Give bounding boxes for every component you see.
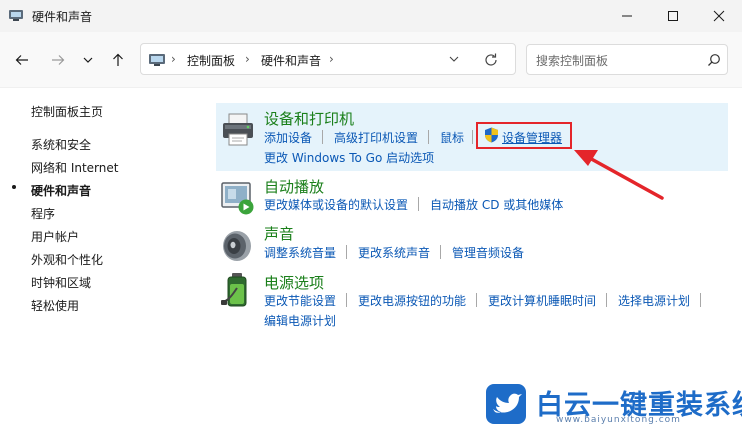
minimize-button[interactable]: [604, 0, 650, 32]
back-button[interactable]: [10, 48, 34, 72]
link-adjust-volume[interactable]: 调整系统音量: [264, 244, 336, 261]
sidebar-item-user-accounts[interactable]: 用户帐户: [31, 228, 79, 245]
link-power-saving-settings[interactable]: 更改节能设置: [264, 292, 336, 309]
link-separator: [322, 130, 323, 144]
link-choose-power-plan[interactable]: 选择电源计划: [618, 292, 690, 309]
sidebar-item-home[interactable]: 控制面板主页: [31, 103, 103, 120]
link-mouse[interactable]: 鼠标: [440, 129, 464, 146]
link-add-device[interactable]: 添加设备: [264, 129, 312, 146]
navigation-bar: › 控制面板 › 硬件和声音 › 搜索控制面板: [0, 32, 742, 88]
sidebar-item-clock-region[interactable]: 时钟和区域: [31, 274, 91, 291]
category-title-devices-printers[interactable]: 设备和打印机: [264, 108, 354, 129]
minimize-icon: [622, 15, 632, 17]
printer-icon: [223, 113, 253, 146]
breadcrumb-control-panel[interactable]: 控制面板: [187, 52, 235, 69]
recent-locations-button[interactable]: [76, 48, 100, 72]
maximize-icon: [668, 11, 678, 21]
arrow-up-icon: [113, 53, 123, 66]
up-button[interactable]: [106, 48, 130, 72]
link-manage-audio-devices[interactable]: 管理音频设备: [452, 244, 524, 261]
title-bar: 硬件和声音: [0, 0, 742, 32]
chevron-down-icon[interactable]: [447, 52, 461, 66]
close-button[interactable]: [696, 0, 742, 32]
sidebar-item-ease-of-access[interactable]: 轻松使用: [31, 297, 79, 314]
link-windows-to-go[interactable]: 更改 Windows To Go 启动选项: [264, 149, 434, 166]
breadcrumb-separator: ›: [171, 52, 176, 66]
sidebar-item-network[interactable]: 网络和 Internet: [31, 159, 118, 176]
active-indicator: [12, 185, 16, 189]
battery-icon: [221, 273, 247, 307]
link-separator: [346, 245, 347, 259]
close-icon: [713, 10, 725, 22]
link-separator: [472, 130, 473, 144]
refresh-icon[interactable]: [483, 52, 499, 68]
link-separator: [418, 197, 419, 211]
link-edit-power-plan[interactable]: 编辑电源计划: [264, 312, 336, 329]
maximize-button[interactable]: [650, 0, 696, 32]
annotation-highlight-box: [476, 122, 572, 149]
link-separator: [476, 293, 477, 307]
control-panel-icon: [9, 10, 23, 21]
link-power-button-function[interactable]: 更改电源按钮的功能: [358, 292, 466, 309]
link-separator: [440, 245, 441, 259]
link-default-media-settings[interactable]: 更改媒体或设备的默认设置: [264, 196, 408, 213]
breadcrumb-separator: ›: [245, 52, 250, 66]
breadcrumb-hardware-sound[interactable]: 硬件和声音: [261, 52, 321, 69]
address-bar[interactable]: › 控制面板 › 硬件和声音 ›: [140, 43, 516, 75]
window-title: 硬件和声音: [32, 10, 93, 24]
control-panel-icon: [149, 54, 165, 66]
speaker-icon: [223, 231, 251, 261]
arrow-right-icon: [52, 55, 65, 65]
link-autoplay-cd[interactable]: 自动播放 CD 或其他媒体: [430, 196, 563, 213]
category-title-autoplay[interactable]: 自动播放: [264, 176, 324, 197]
sidebar-item-hardware-sound[interactable]: 硬件和声音: [31, 182, 91, 199]
autoplay-icon: [221, 182, 254, 215]
sidebar-item-system-security[interactable]: 系统和安全: [31, 136, 91, 153]
link-advanced-printer-settings[interactable]: 高级打印机设置: [334, 129, 418, 146]
forward-button[interactable]: [46, 48, 70, 72]
link-sleep-time[interactable]: 更改计算机睡眠时间: [488, 292, 596, 309]
annotation-arrow-icon: [574, 150, 664, 200]
link-separator: [428, 130, 429, 144]
search-box[interactable]: 搜索控制面板: [526, 44, 728, 75]
category-title-power-options[interactable]: 电源选项: [264, 272, 324, 293]
search-input[interactable]: 搜索控制面板: [536, 52, 608, 69]
bird-logo-icon: [486, 384, 526, 424]
link-separator: [606, 293, 607, 307]
search-icon: [708, 54, 720, 66]
watermark-url: www.baiyunxitong.com: [556, 415, 681, 425]
watermark: 白云一键重装系统 www.baiyunxitong.com: [484, 380, 742, 432]
link-separator: [700, 293, 701, 307]
arrow-left-icon: [15, 55, 28, 65]
sidebar-item-appearance[interactable]: 外观和个性化: [31, 251, 103, 268]
link-change-system-sounds[interactable]: 更改系统声音: [358, 244, 430, 261]
sidebar-item-programs[interactable]: 程序: [31, 205, 55, 222]
chevron-down-icon: [83, 57, 93, 63]
category-title-sound[interactable]: 声音: [264, 223, 294, 244]
link-separator: [346, 293, 347, 307]
breadcrumb-separator: ›: [329, 52, 334, 66]
